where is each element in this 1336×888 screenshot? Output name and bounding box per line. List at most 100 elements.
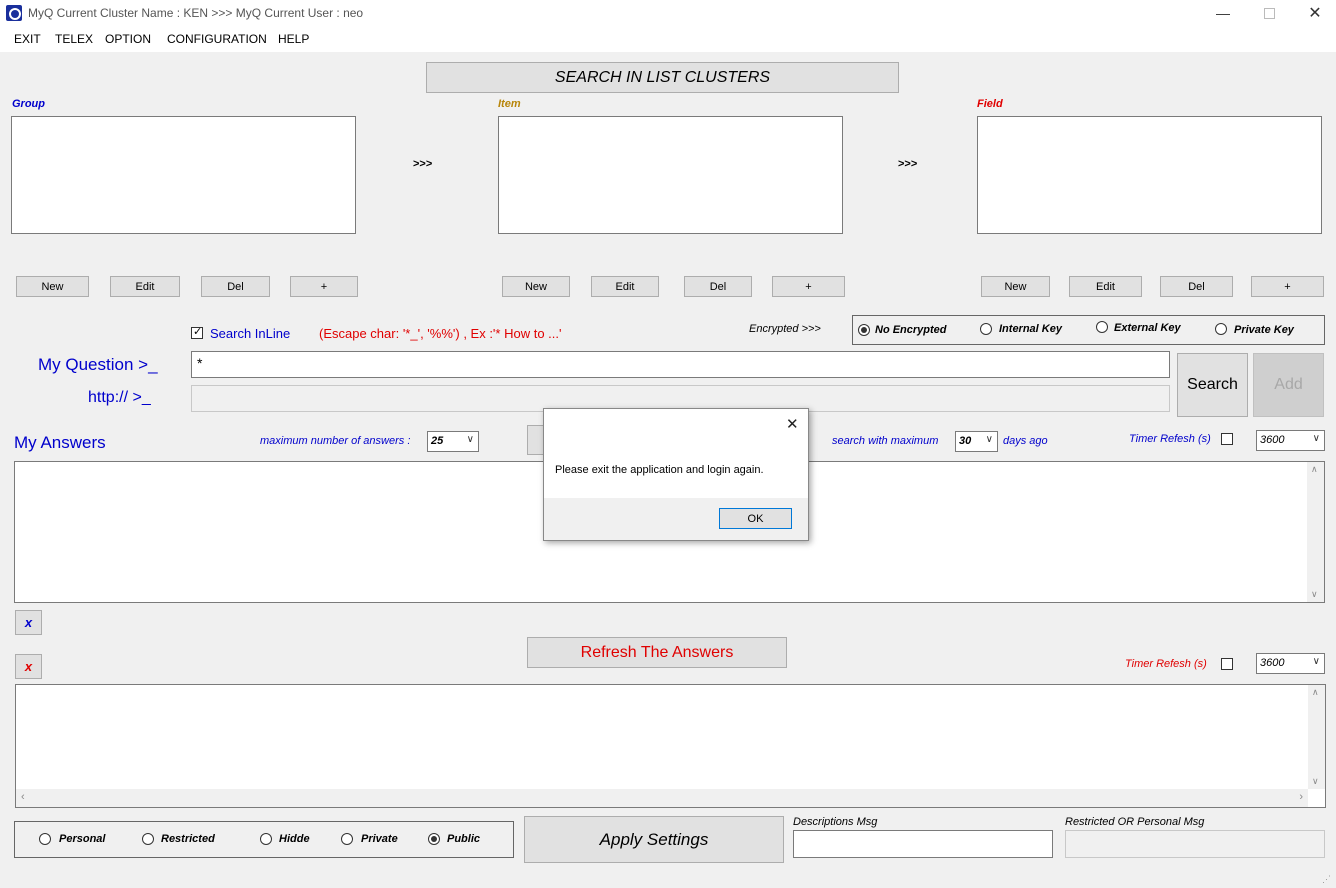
group-edit-button[interactable]: Edit bbox=[110, 276, 180, 297]
private-label: Private bbox=[361, 833, 398, 845]
scroll-right-icon[interactable]: › bbox=[1299, 791, 1303, 803]
question-value: * bbox=[197, 355, 203, 371]
field-add-button[interactable]: + bbox=[1251, 276, 1324, 297]
item-add-button[interactable]: + bbox=[772, 276, 845, 297]
menu-configuration[interactable]: CONFIGURATION bbox=[167, 32, 267, 46]
radio-personal[interactable] bbox=[39, 833, 51, 845]
item-list[interactable] bbox=[498, 116, 843, 234]
visibility-group: Personal Restricted Hidde Private Public bbox=[14, 821, 514, 858]
item-label: Item bbox=[498, 98, 521, 110]
days-dropdown[interactable]: 30 ∨ bbox=[955, 431, 998, 452]
menu-option[interactable]: OPTION bbox=[105, 32, 151, 46]
item-del-button[interactable]: Del bbox=[684, 276, 752, 297]
scroll-left-icon[interactable]: ‹ bbox=[21, 791, 25, 803]
restricted-msg-input[interactable] bbox=[1065, 830, 1325, 858]
item-edit-button[interactable]: Edit bbox=[591, 276, 659, 297]
days-ago-label: days ago bbox=[1003, 435, 1048, 447]
timer-dropdown[interactable]: 3600 ∨ bbox=[1256, 430, 1325, 451]
radio-private-key[interactable] bbox=[1215, 323, 1227, 335]
question-label: My Question >_ bbox=[38, 355, 158, 374]
escape-hint: (Escape char: '*_', '%%') , Ex :'* How t… bbox=[319, 326, 562, 341]
field-list[interactable] bbox=[977, 116, 1322, 234]
menu-exit[interactable]: EXIT bbox=[14, 32, 41, 46]
menu-telex[interactable]: TELEX bbox=[55, 32, 93, 46]
radio-hidde[interactable] bbox=[260, 833, 272, 845]
scroll-up-icon[interactable]: ∧ bbox=[1312, 687, 1319, 698]
field-del-button[interactable]: Del bbox=[1160, 276, 1233, 297]
timer2-dropdown[interactable]: 3600 ∨ bbox=[1256, 653, 1325, 674]
field-label: Field bbox=[977, 98, 1003, 110]
days-value: 30 bbox=[959, 435, 972, 447]
timer-label: Timer Refesh (s) bbox=[1129, 433, 1211, 445]
refresh-answers-button[interactable]: Refresh The Answers bbox=[527, 637, 787, 668]
timer-checkbox[interactable] bbox=[1221, 433, 1233, 445]
radio-internal-key[interactable] bbox=[980, 323, 992, 335]
maximize-icon[interactable] bbox=[1246, 0, 1292, 26]
restricted-label: Restricted bbox=[161, 833, 215, 845]
internal-key-label: Internal Key bbox=[999, 323, 1062, 335]
answers-scrollbar[interactable]: ∧ ∨ bbox=[1307, 462, 1324, 602]
clear-answers-button[interactable]: x bbox=[15, 610, 42, 635]
field-edit-button[interactable]: Edit bbox=[1069, 276, 1142, 297]
scroll-up-icon[interactable]: ∧ bbox=[1311, 464, 1318, 475]
menu-help[interactable]: HELP bbox=[278, 32, 309, 46]
scroll-down-icon[interactable]: ∨ bbox=[1312, 776, 1319, 787]
group-new-button[interactable]: New bbox=[16, 276, 89, 297]
timer2-checkbox[interactable] bbox=[1221, 658, 1233, 670]
clear-refresh-button[interactable]: x bbox=[15, 654, 42, 679]
answers-label: My Answers bbox=[14, 433, 106, 452]
descriptions-msg-input[interactable] bbox=[793, 830, 1053, 858]
add-button[interactable]: Add bbox=[1253, 353, 1324, 417]
radio-external-key[interactable] bbox=[1096, 321, 1108, 333]
radio-public[interactable] bbox=[428, 833, 440, 845]
max-answers-label: maximum number of answers : bbox=[260, 435, 411, 447]
radio-private[interactable] bbox=[341, 833, 353, 845]
radio-no-encrypted[interactable] bbox=[858, 324, 870, 336]
max-answers-value: 25 bbox=[431, 435, 444, 447]
timer-value: 3600 bbox=[1260, 434, 1285, 446]
status-bar bbox=[0, 867, 1336, 888]
search-button[interactable]: Search bbox=[1177, 353, 1248, 417]
apply-settings-button[interactable]: Apply Settings bbox=[524, 816, 784, 863]
search-inline-checkbox[interactable]: ✓ bbox=[191, 326, 203, 339]
max-answers-dropdown[interactable]: 25 ∨ bbox=[427, 431, 479, 452]
external-key-label: External Key bbox=[1114, 322, 1181, 334]
http-label: http:// >_ bbox=[88, 389, 151, 406]
timer2-value: 3600 bbox=[1260, 657, 1285, 669]
field-new-button[interactable]: New bbox=[981, 276, 1050, 297]
title-bar: MyQ Current Cluster Name : KEN >>> MyQ C… bbox=[0, 0, 1336, 26]
refresh-textarea[interactable]: ∧ ∨ ‹ › bbox=[15, 684, 1326, 808]
refresh-vscrollbar[interactable]: ∧ ∨ bbox=[1308, 685, 1325, 789]
encryption-group: No Encrypted Internal Key External Key P… bbox=[852, 315, 1325, 345]
window-title: MyQ Current Cluster Name : KEN >>> MyQ C… bbox=[28, 6, 364, 20]
app-icon bbox=[6, 5, 22, 21]
public-label: Public bbox=[447, 833, 481, 845]
restricted-msg-label: Restricted OR Personal Msg bbox=[1065, 816, 1205, 828]
chevron-down-icon: ∨ bbox=[985, 434, 993, 445]
group-add-button[interactable]: + bbox=[290, 276, 358, 297]
radio-restricted[interactable] bbox=[142, 833, 154, 845]
chevron-down-icon: ∨ bbox=[1312, 656, 1320, 667]
item-to-field-arrow: >>> bbox=[898, 158, 918, 170]
search-clusters-button[interactable]: SEARCH IN LIST CLUSTERS bbox=[426, 62, 899, 93]
chevron-down-icon: ∨ bbox=[466, 434, 474, 445]
resize-grip-icon[interactable]: ⋰ bbox=[1322, 874, 1331, 885]
search-max-label: search with maximum bbox=[832, 435, 939, 447]
question-input[interactable]: * bbox=[191, 351, 1170, 378]
menu-bar: EXIT TELEX OPTION CONFIGURATION HELP bbox=[0, 26, 1336, 52]
minimize-icon[interactable]: — bbox=[1200, 0, 1246, 26]
message-dialog: ✕ Please exit the application and login … bbox=[543, 408, 809, 541]
refresh-hscrollbar[interactable]: ‹ › bbox=[16, 789, 1308, 807]
close-icon[interactable]: ✕ bbox=[786, 415, 799, 433]
checkmark-icon: ✓ bbox=[193, 326, 203, 338]
hidde-label: Hidde bbox=[279, 833, 310, 845]
search-inline-label: Search InLine bbox=[210, 326, 291, 341]
group-list[interactable] bbox=[11, 116, 356, 234]
group-label: Group bbox=[12, 98, 45, 110]
item-new-button[interactable]: New bbox=[502, 276, 570, 297]
chevron-down-icon: ∨ bbox=[1312, 433, 1320, 444]
group-del-button[interactable]: Del bbox=[201, 276, 270, 297]
scroll-down-icon[interactable]: ∨ bbox=[1311, 589, 1318, 600]
ok-button[interactable]: OK bbox=[719, 508, 792, 529]
close-icon[interactable]: ✕ bbox=[1292, 0, 1336, 26]
